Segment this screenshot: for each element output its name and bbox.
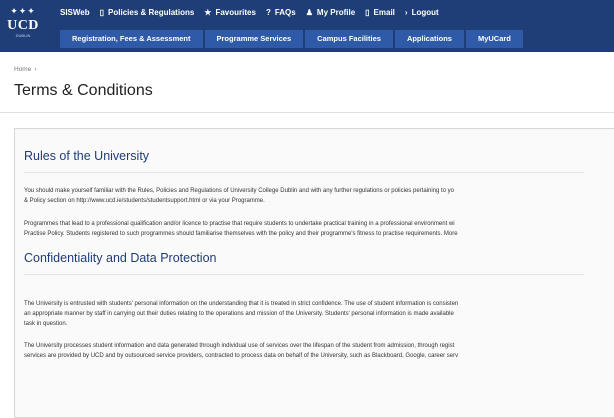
nav-logout-label: Logout [411, 7, 439, 17]
chevron-right-icon: › [404, 7, 408, 17]
section-title-rules: Rules of the University [24, 149, 150, 163]
crest-icon: ✦✦✦ [10, 6, 36, 16]
section-divider [24, 172, 584, 173]
section-title-confidentiality: Confidentiality and Data Protection [24, 251, 217, 265]
mail-icon: ▯ [365, 7, 370, 17]
nav-favourites[interactable]: ★ Favourites [204, 8, 256, 17]
breadcrumb-separator: › [34, 66, 37, 73]
nav-sisweb-label: SISWeb [60, 7, 90, 17]
main-tabs: Registration, Fees & Assessment Programm… [60, 30, 525, 48]
confidentiality-paragraph-1-line-1: The University is entrusted with student… [24, 301, 459, 307]
nav-favourites-label: Favourites [215, 7, 256, 17]
confidentiality-paragraph-2-line-1: The University processes student informa… [24, 343, 455, 349]
nav-email[interactable]: ▯ Email [365, 8, 395, 17]
rules-paragraph-2-line-1: Programmes that lead to a professional q… [24, 221, 455, 227]
page-title: Terms & Conditions [14, 82, 153, 99]
tab-myucard[interactable]: MyUCard [465, 30, 523, 48]
top-header-bar: ✦✦✦ UCD DUBLIN SISWeb ▯ Policies & Regul… [0, 0, 614, 52]
nav-policies[interactable]: ▯ Policies & Regulations [100, 8, 195, 17]
confidentiality-paragraph-1-line-3: task in question. [24, 321, 68, 327]
rules-paragraph-1-line-1: You should make yourself familiar with t… [24, 188, 455, 194]
rules-paragraph-1-line-2: & Policy section on http://www.ucd.ie/st… [24, 198, 265, 204]
star-icon: ★ [204, 7, 212, 17]
document-icon: ▯ [99, 7, 105, 17]
tab-applications[interactable]: Applications [394, 30, 464, 48]
nav-faqs-label: FAQs [274, 7, 296, 17]
title-divider [0, 112, 614, 113]
nav-my-profile-label: My Profile [316, 7, 356, 17]
nav-my-profile[interactable]: ♟ My Profile [306, 8, 355, 17]
question-icon: ? [265, 7, 271, 17]
tab-campus-facilities[interactable]: Campus Facilities [305, 30, 393, 48]
rules-paragraph-2-line-2: Practise Policy. Students registered to … [24, 231, 458, 237]
user-icon: ♟ [305, 7, 313, 17]
logo-wordmark: UCD [7, 18, 39, 33]
nav-email-label: Email [373, 7, 395, 17]
section-divider [24, 274, 584, 275]
nav-faqs[interactable]: ? FAQs [266, 8, 296, 17]
nav-logout[interactable]: › Logout [405, 8, 439, 17]
nav-policies-label: Policies & Regulations [108, 7, 195, 17]
tab-programme-services[interactable]: Programme Services [204, 30, 304, 48]
ucd-logo[interactable]: ✦✦✦ UCD DUBLIN [6, 4, 40, 48]
confidentiality-paragraph-1-line-2: an appropriate manner by staff in carryi… [24, 311, 454, 317]
breadcrumb-home[interactable]: Home [14, 66, 31, 73]
nav-sisweb[interactable]: SISWeb [60, 8, 90, 17]
confidentiality-paragraph-2-line-2: services are provided by UCD and by outs… [24, 353, 459, 359]
breadcrumb: Home › [14, 66, 37, 73]
tab-registration-fees-assessment[interactable]: Registration, Fees & Assessment [60, 30, 203, 48]
logo-subtitle: DUBLIN [15, 33, 31, 38]
utility-nav: SISWeb ▯ Policies & Regulations ★ Favour… [60, 0, 449, 24]
